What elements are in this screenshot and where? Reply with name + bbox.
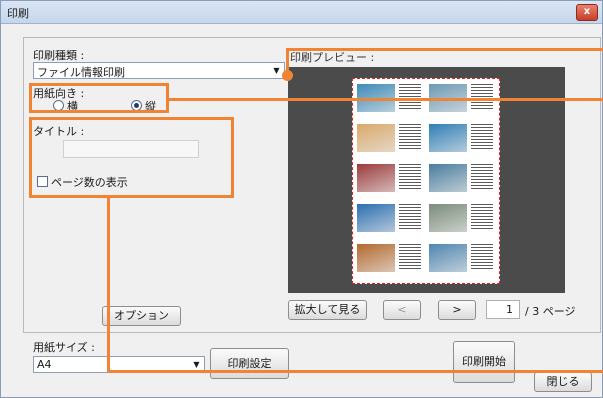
paper-size-value: A4 (37, 358, 52, 371)
file-info-text (471, 84, 493, 110)
annotation-line (107, 198, 110, 373)
preview-page (352, 78, 500, 284)
thumbnail-image (429, 124, 467, 152)
file-info-text (471, 204, 493, 230)
options-button[interactable]: オプション (102, 306, 181, 326)
file-info-text (471, 124, 493, 150)
orientation-highlight (29, 83, 169, 113)
print-type-select[interactable]: ファイル情報印刷 ▼ (33, 62, 285, 79)
preview-label: 印刷プレビュー : (290, 51, 375, 64)
preview-entry (355, 241, 425, 280)
file-info-text (471, 244, 493, 270)
file-info-text (399, 244, 421, 270)
print-type-label: 印刷種類 : (33, 49, 85, 62)
paper-size-label: 用紙サイズ : (33, 341, 95, 354)
zoom-button[interactable]: 拡大して見る (288, 300, 367, 320)
thumbnail-image (357, 244, 395, 272)
thumbnail-image (357, 164, 395, 192)
preview-entry (355, 121, 425, 160)
page-number-input[interactable]: 1 (486, 300, 520, 319)
thumbnail-image (357, 124, 395, 152)
preview-entry (427, 161, 497, 200)
thumbnail-image (429, 204, 467, 232)
print-type-value: ファイル情報印刷 (37, 66, 125, 79)
window-title: 印刷 (7, 7, 29, 20)
preview-entry (355, 161, 425, 200)
close-button[interactable]: 閉じる (534, 372, 592, 392)
close-window-button[interactable]: x (576, 4, 598, 21)
file-info-text (399, 124, 421, 150)
next-page-button[interactable]: > (438, 300, 476, 320)
thumbnail-image (429, 244, 467, 272)
preview-entry (427, 241, 497, 280)
thumbnail-image (357, 204, 395, 232)
file-info-text (399, 84, 421, 110)
preview-entry (427, 121, 497, 160)
annotation-line (286, 48, 603, 51)
title-bar: 印刷 x (1, 1, 602, 24)
preview-entry (427, 201, 497, 240)
annotation-line (107, 370, 603, 373)
print-settings-button[interactable]: 印刷設定 (210, 348, 289, 379)
prev-page-button[interactable]: < (383, 300, 421, 320)
annotation-line (169, 98, 603, 101)
preview-entry (355, 201, 425, 240)
total-pages-label: / 3 ページ (525, 305, 576, 318)
title-highlight (29, 117, 234, 198)
print-dialog: 印刷 x 印刷種類 : ファイル情報印刷 ▼ 用紙向き : 横 縦 タイトル :… (0, 0, 603, 398)
start-print-button[interactable]: 印刷開始 (453, 341, 515, 383)
file-info-text (399, 204, 421, 230)
thumbnail-image (429, 164, 467, 192)
file-info-text (471, 164, 493, 190)
file-info-text (399, 164, 421, 190)
annotation-dot (282, 70, 293, 81)
